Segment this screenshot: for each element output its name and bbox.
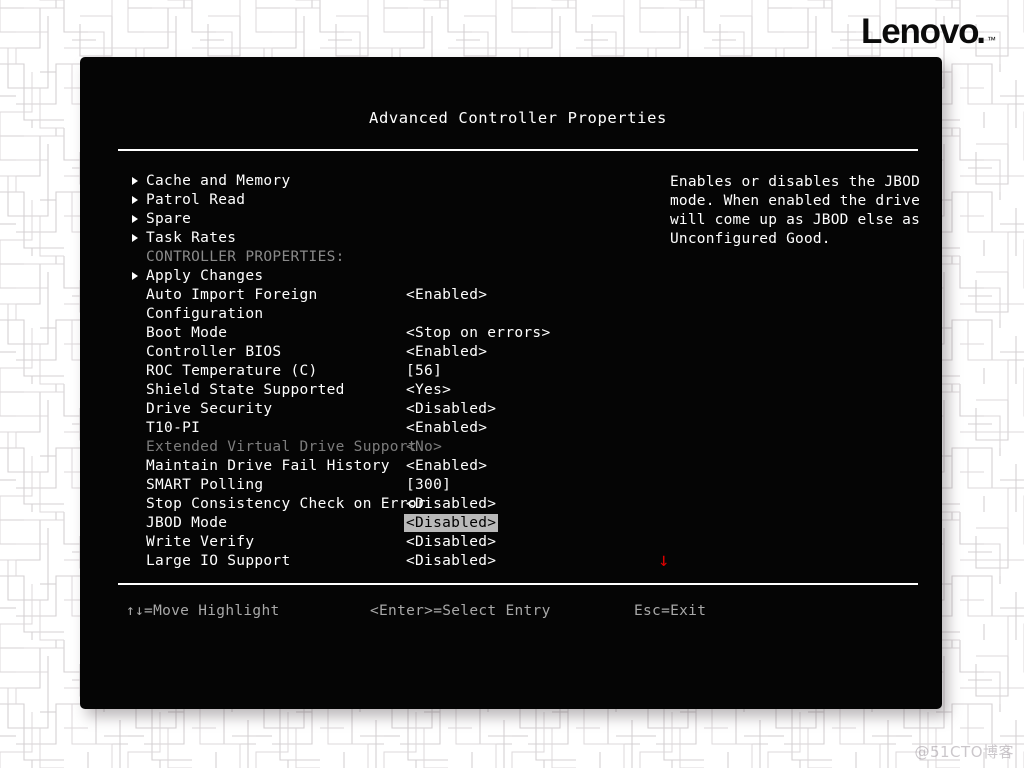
menu-row-label: ROC Temperature (C): [146, 363, 318, 379]
menu-row[interactable]: Cache and Memory: [126, 173, 576, 192]
menu-row[interactable]: SMART Polling [300]: [126, 477, 576, 496]
menu-row-label: Maintain Drive Fail History: [146, 458, 390, 474]
menu-row-label: Drive Security: [146, 401, 272, 417]
submenu-arrow-icon: [132, 272, 138, 280]
menu-section-header: CONTROLLER PROPERTIES:: [126, 249, 576, 268]
menu-row-value[interactable]: <Enabled>: [406, 344, 487, 360]
menu-row-value[interactable]: <Stop on errors>: [406, 325, 550, 341]
menu-row-label: Apply Changes: [146, 268, 263, 284]
menu-row[interactable]: Shield State Supported <Yes>: [126, 382, 576, 401]
help-text-line: Unconfigured Good.: [670, 230, 918, 249]
menu-row-value-selected[interactable]: <Disabled>: [404, 514, 498, 532]
menu-row-label: Spare: [146, 211, 191, 227]
menu-row-label: Patrol Read: [146, 192, 245, 208]
menu-row[interactable]: Configuration: [126, 306, 576, 325]
submenu-arrow-icon: [132, 196, 138, 204]
menu-row-label: SMART Polling: [146, 477, 263, 493]
menu-row[interactable]: Spare: [126, 211, 576, 230]
help-text-line: will come up as JBOD else as: [670, 211, 918, 230]
menu-row[interactable]: Stop Consistency Check on Error<Disabled…: [126, 496, 576, 515]
lenovo-logo-trademark: ™: [987, 36, 996, 45]
menu-row[interactable]: T10-PI <Enabled>: [126, 420, 576, 439]
menu-row-label: Large IO Support: [146, 553, 290, 569]
menu-row-label: Controller BIOS: [146, 344, 281, 360]
menu-row[interactable]: JBOD Mode <Disabled>: [126, 515, 576, 534]
help-text-line: mode. When enabled the drive: [670, 192, 918, 211]
menu-row-value[interactable]: <Disabled>: [406, 401, 496, 417]
menu-row-value[interactable]: [56]: [406, 363, 442, 379]
menu-row-label: Stop Consistency Check on Error: [146, 496, 426, 512]
menu-row[interactable]: Extended Virtual Drive Support<No>: [126, 439, 576, 458]
footer-key-hints: ↑↓=Move Highlight <Enter>=Select Entry E…: [118, 585, 918, 645]
menu-row-value[interactable]: <Disabled>: [406, 534, 496, 550]
page-title: Advanced Controller Properties: [118, 101, 918, 137]
menu-row-label: Shield State Supported: [146, 382, 345, 398]
hint-select-entry: <Enter>=Select Entry: [370, 603, 551, 619]
menu-row-label: Write Verify: [146, 534, 254, 550]
hint-move-highlight: ↑↓=Move Highlight: [126, 603, 280, 619]
menu-row[interactable]: Patrol Read: [126, 192, 576, 211]
help-text-line: Enables or disables the JBOD: [670, 173, 918, 192]
menu-row-label: JBOD Mode: [146, 515, 227, 531]
menu-row[interactable]: Write Verify <Disabled>: [126, 534, 576, 553]
menu-row-value[interactable]: <Enabled>: [406, 287, 487, 303]
menu-row-label: T10-PI: [146, 420, 200, 436]
menu-row-value[interactable]: <Disabled>: [406, 553, 496, 569]
menu-row-value[interactable]: <No>: [406, 439, 442, 455]
menu-row-label: CONTROLLER PROPERTIES:: [146, 249, 345, 265]
lenovo-logo-period: .: [976, 14, 986, 49]
menu-row[interactable]: Task Rates: [126, 230, 576, 249]
menu-row-label: Boot Mode: [146, 325, 227, 341]
submenu-arrow-icon: [132, 215, 138, 223]
lenovo-logo-text: Lenovo: [861, 14, 978, 49]
help-panel: Enables or disables the JBODmode. When e…: [670, 173, 918, 249]
lenovo-logo: Lenovo . ™: [861, 14, 996, 49]
menu-row[interactable]: Boot Mode <Stop on errors>: [126, 325, 576, 344]
submenu-arrow-icon: [132, 234, 138, 242]
scroll-down-arrow-icon[interactable]: ↓: [658, 551, 669, 570]
menu-row-value[interactable]: <Yes>: [406, 382, 451, 398]
menu-row-value[interactable]: <Disabled>: [406, 496, 496, 512]
menu-row-label: Extended Virtual Drive Support: [146, 439, 417, 455]
menu-row[interactable]: Apply Changes: [126, 268, 576, 287]
watermark: @51CTO博客: [914, 741, 1014, 762]
menu-row[interactable]: Controller BIOS <Enabled>: [126, 344, 576, 363]
menu-row[interactable]: Large IO Support <Disabled>: [126, 553, 576, 572]
menu-row-value[interactable]: <Enabled>: [406, 420, 487, 436]
submenu-arrow-icon: [132, 177, 138, 185]
settings-menu: Cache and Memory Patrol Read Spare Task Rat…: [126, 173, 576, 572]
menu-row-label: Cache and Memory: [146, 173, 290, 189]
menu-row-value[interactable]: [300]: [406, 477, 451, 493]
bios-screen: Advanced Controller Properties Cache and…: [118, 101, 918, 681]
bios-setup-window: Advanced Controller Properties Cache and…: [80, 57, 942, 709]
menu-row-value[interactable]: <Enabled>: [406, 458, 487, 474]
menu-row[interactable]: Maintain Drive Fail History <Enabled>: [126, 458, 576, 477]
hint-exit: Esc=Exit: [634, 603, 706, 619]
bios-body: Cache and Memory Patrol Read Spare Task Rat…: [118, 151, 918, 583]
menu-row-label: Configuration: [146, 306, 263, 322]
menu-row-label: Auto Import Foreign: [146, 287, 318, 303]
menu-row-label: Task Rates: [146, 230, 236, 246]
menu-row[interactable]: Drive Security <Disabled>: [126, 401, 576, 420]
menu-row[interactable]: Auto Import Foreign <Enabled>: [126, 287, 576, 306]
menu-row[interactable]: ROC Temperature (C) [56]: [126, 363, 576, 382]
